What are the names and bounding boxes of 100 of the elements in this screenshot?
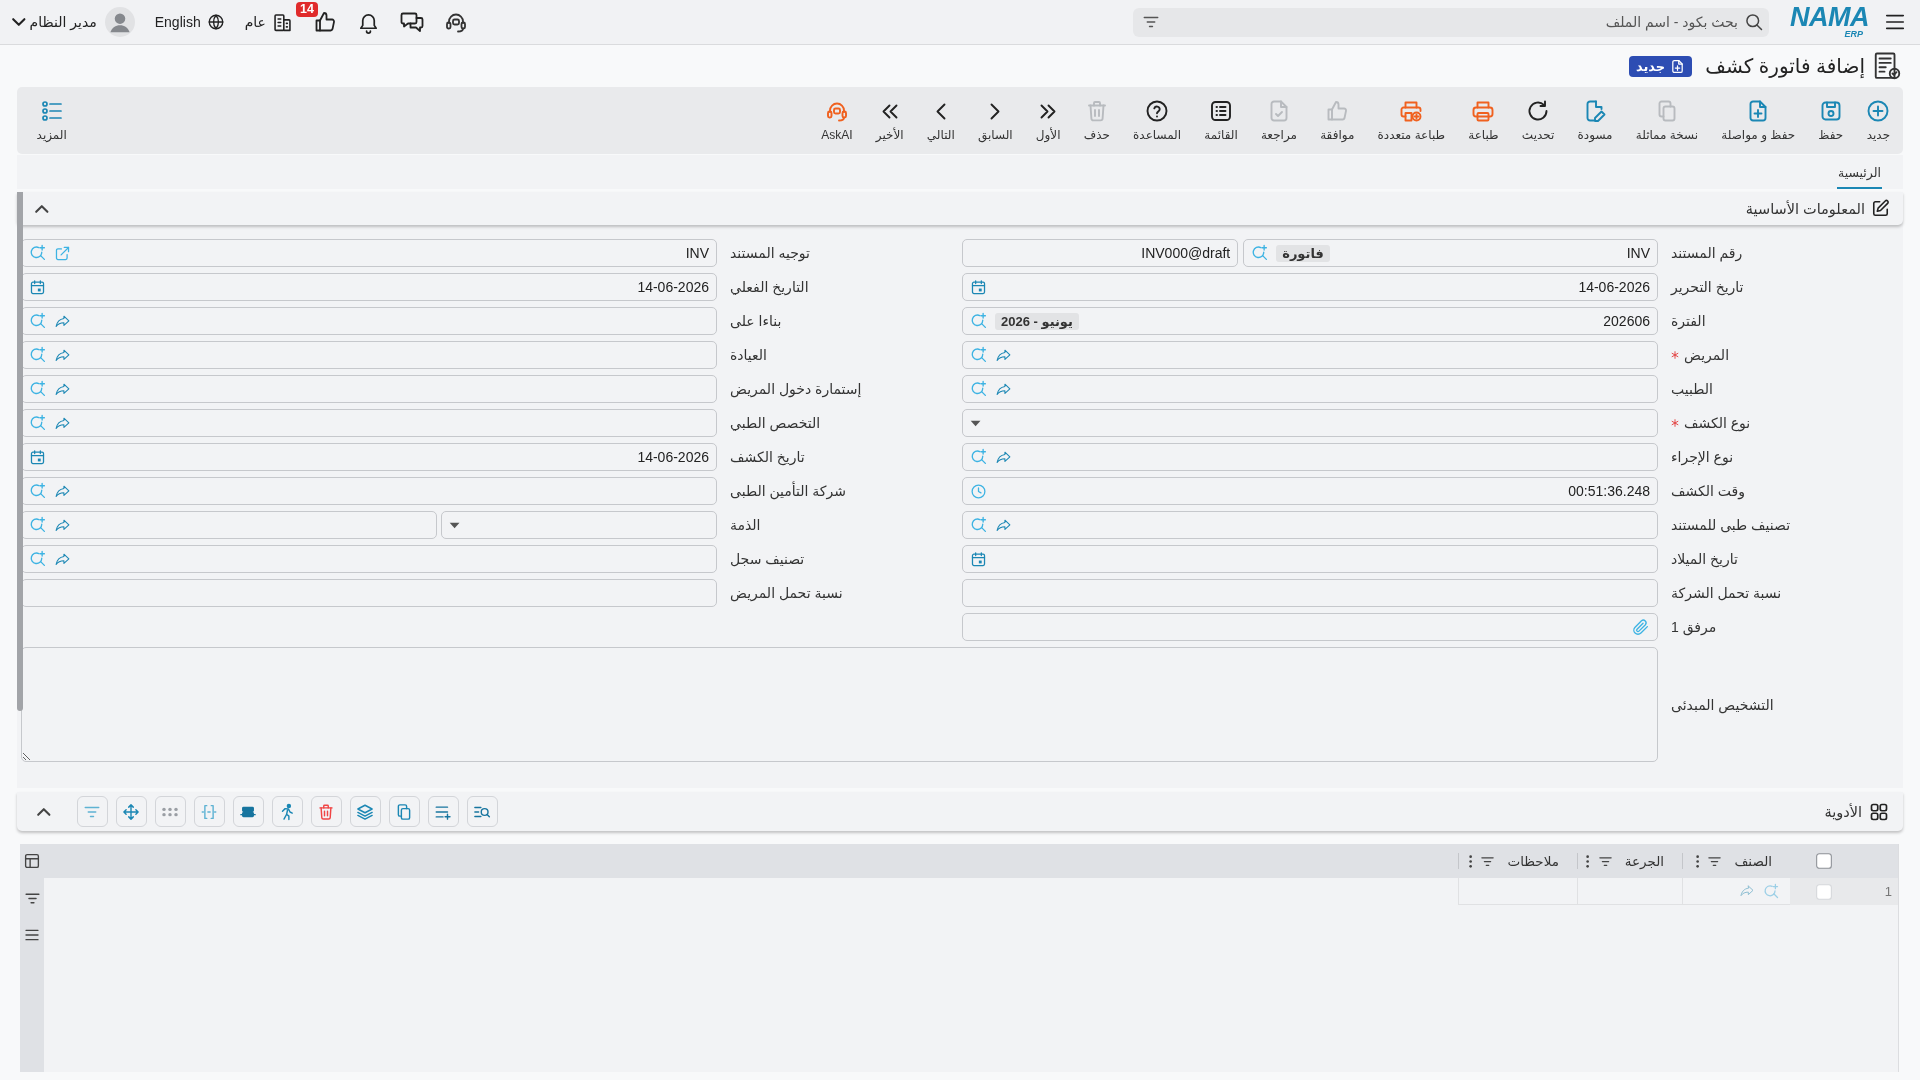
user-menu[interactable]: مدير النظام xyxy=(12,14,97,30)
lookup-field[interactable] xyxy=(962,443,1658,471)
search-plus-icon[interactable] xyxy=(29,244,47,262)
search-plus-icon[interactable] xyxy=(29,516,47,534)
toolbar-button[interactable]: مسودة xyxy=(1565,99,1625,142)
chevron-up-icon[interactable] xyxy=(35,204,49,213)
tag-label: يونيو - 2026 xyxy=(995,312,1079,330)
search-plus-icon[interactable] xyxy=(970,380,988,398)
lookup-field[interactable] xyxy=(21,375,717,403)
search-plus-icon[interactable] xyxy=(29,380,47,398)
toolbar-button[interactable]: حفظ و مواصلة xyxy=(1709,99,1807,142)
column-header[interactable]: ملاحظات xyxy=(1507,853,1559,869)
toolbar-button[interactable]: الأخير xyxy=(864,99,916,142)
toolbar-button[interactable]: القائمة xyxy=(1192,99,1250,142)
search-plus-icon[interactable] xyxy=(29,482,47,500)
field-label: تصنيف طبى للمستند xyxy=(1671,517,1791,533)
row-number: 1 xyxy=(1839,878,1898,905)
text-field[interactable] xyxy=(962,579,1658,607)
dropdown[interactable] xyxy=(962,409,1658,437)
field-label: نسبة تحمل المريض xyxy=(730,585,843,601)
toolbar-button[interactable]: طباعة xyxy=(1456,99,1511,142)
toolbar-button[interactable]: التالي xyxy=(915,99,967,142)
language-selector[interactable]: English xyxy=(154,13,225,31)
grid-tool-button[interactable] xyxy=(310,796,342,827)
search-plus-icon[interactable] xyxy=(29,312,47,330)
date-field[interactable]: 14-06-2026 xyxy=(962,273,1658,301)
text-field[interactable] xyxy=(21,579,717,607)
clock-icon[interactable] xyxy=(970,482,987,500)
grid-tool-button[interactable] xyxy=(388,796,420,827)
toolbar-button[interactable]: الأول xyxy=(1024,99,1073,142)
calendar-icon[interactable] xyxy=(970,550,987,568)
lookup-field[interactable] xyxy=(962,511,1658,539)
chevron-down-icon xyxy=(12,18,26,26)
search-plus-icon[interactable] xyxy=(1763,882,1780,900)
lookup-field[interactable] xyxy=(21,307,717,335)
date-field[interactable]: 14-06-2026 xyxy=(21,443,717,471)
grid-tool-button[interactable] xyxy=(427,796,459,827)
lookup-field[interactable] xyxy=(21,545,717,573)
chat-bubbles-icon[interactable] xyxy=(399,10,424,34)
grid-tool-button[interactable] xyxy=(466,796,498,827)
lookup-field[interactable] xyxy=(21,409,717,437)
more-button[interactable]: المزيد xyxy=(25,99,79,142)
time-field[interactable]: 00:51:36.248 xyxy=(962,477,1658,505)
grid-tool-button[interactable] xyxy=(154,796,186,827)
paperclip-icon[interactable] xyxy=(1632,618,1650,636)
date-field[interactable]: 14-06-2026 xyxy=(21,273,717,301)
search-plus-icon[interactable] xyxy=(970,346,988,364)
menu-icon[interactable] xyxy=(24,927,40,943)
column-header[interactable]: الجرعة xyxy=(1624,853,1664,869)
search-plus-icon[interactable] xyxy=(970,516,988,534)
search-plus-icon[interactable] xyxy=(29,346,47,364)
company-selector[interactable]: عام xyxy=(244,11,293,33)
text-field[interactable]: INV000@draft xyxy=(962,239,1239,267)
checkbox[interactable] xyxy=(1816,853,1832,869)
lookup-field[interactable]: INV xyxy=(21,239,717,267)
search-plus-icon[interactable] xyxy=(1251,244,1270,262)
search-plus-icon[interactable] xyxy=(29,414,47,432)
grid-tool-button[interactable] xyxy=(349,796,381,827)
bullet-list-icon xyxy=(39,99,64,123)
grid-tool-button[interactable] xyxy=(232,796,264,827)
file-field[interactable] xyxy=(962,613,1658,641)
tab[interactable]: الرئيسية xyxy=(1836,161,1882,189)
grid-tool-button[interactable] xyxy=(115,796,147,827)
table-icon[interactable] xyxy=(23,852,41,870)
status-label: جديد xyxy=(1635,58,1666,74)
dropdown[interactable] xyxy=(440,511,717,539)
toolbar-button[interactable]: طباعة متعددة xyxy=(1365,99,1457,142)
kebab-menu-icon[interactable] xyxy=(1586,854,1590,868)
search-plus-icon[interactable] xyxy=(970,312,988,330)
toolbar-button[interactable]: السابق xyxy=(966,99,1025,142)
date-field[interactable] xyxy=(962,545,1658,573)
search-plus-icon[interactable] xyxy=(29,550,47,568)
lookup-field[interactable] xyxy=(962,341,1658,369)
table-cell[interactable] xyxy=(1682,878,1790,905)
toolbar-button[interactable]: حفظ xyxy=(1806,99,1855,142)
kebab-menu-icon[interactable] xyxy=(1469,854,1473,868)
lookup-field[interactable] xyxy=(21,341,717,369)
caret-down-icon xyxy=(448,521,460,529)
toolbar-button[interactable]: جديد xyxy=(1854,99,1902,142)
kebab-menu-icon[interactable] xyxy=(1696,854,1700,868)
toolbar-button[interactable]: تحديث xyxy=(1510,99,1566,142)
search-field[interactable]: بحث بكود - اسم الملف xyxy=(1133,7,1769,37)
lookup-field[interactable] xyxy=(21,511,437,539)
search-plus-icon[interactable] xyxy=(970,448,988,466)
toolbar-button[interactable]: AskAI xyxy=(809,99,865,142)
move-arrows-icon xyxy=(122,802,141,821)
share-arrow-icon[interactable] xyxy=(1739,883,1755,899)
toolbar-button[interactable]: المساعدة xyxy=(1121,99,1193,142)
lookup-field[interactable] xyxy=(21,477,717,505)
grid-tool-button[interactable] xyxy=(271,796,303,827)
column-header[interactable]: الصنف xyxy=(1734,853,1772,869)
calendar-icon[interactable] xyxy=(29,278,46,296)
logo-wordmark: NAMA xyxy=(1790,5,1869,29)
lookup-field[interactable] xyxy=(962,375,1658,403)
field-label: رقم المستند xyxy=(1671,245,1743,261)
calendar-icon[interactable] xyxy=(29,448,46,466)
scrollbar-thumb[interactable] xyxy=(17,192,23,711)
chevron-up-icon[interactable] xyxy=(37,807,51,816)
calendar-icon[interactable] xyxy=(970,278,987,296)
external-link-icon[interactable] xyxy=(54,244,71,262)
